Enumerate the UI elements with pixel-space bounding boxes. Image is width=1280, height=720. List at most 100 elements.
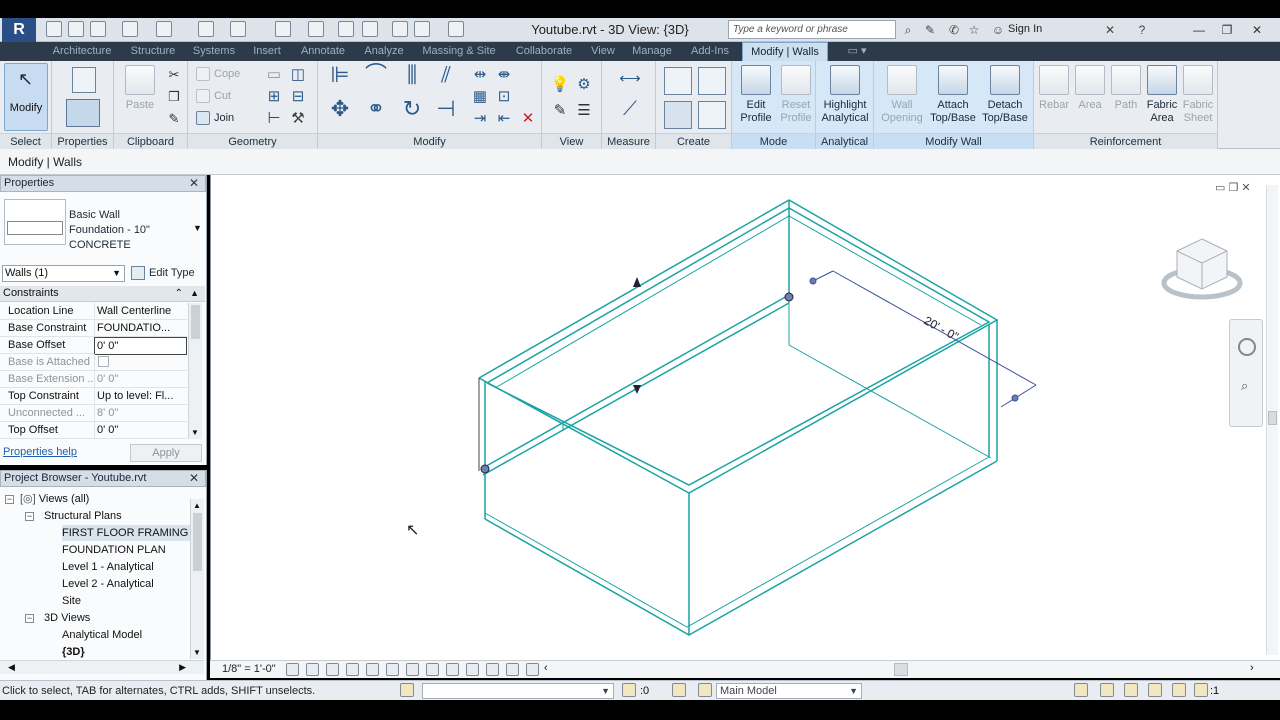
select-underlay-icon[interactable] xyxy=(1100,683,1114,697)
help-icon[interactable]: ? xyxy=(1134,22,1150,38)
viewcube[interactable] xyxy=(1161,235,1243,305)
property-value[interactable]: FOUNDATIO... xyxy=(94,320,187,336)
design-option-dropdown[interactable]: Main Model ▼ xyxy=(716,683,862,699)
type-properties-icon[interactable] xyxy=(66,99,100,127)
crop-view-icon[interactable] xyxy=(386,663,399,676)
close-hidden-windows-icon[interactable] xyxy=(392,21,408,37)
select-links-icon[interactable] xyxy=(1074,683,1088,697)
default-3d-view-icon[interactable] xyxy=(308,21,324,37)
view-scale[interactable]: 1/8" = 1'-0" xyxy=(222,663,276,675)
redo-icon[interactable] xyxy=(156,21,172,37)
select-by-face-icon[interactable] xyxy=(1148,683,1162,697)
close-icon[interactable]: ✕ xyxy=(1244,20,1270,40)
tab-systems[interactable]: Systems xyxy=(186,42,242,61)
property-value[interactable] xyxy=(94,354,187,372)
create-similar-icon[interactable] xyxy=(698,101,726,129)
temporary-hide-icon[interactable] xyxy=(446,663,459,676)
constraints-group-header[interactable]: Constraints ⌃ ▲ xyxy=(0,286,205,302)
rotate-icon[interactable]: ↻ xyxy=(398,98,426,129)
path-reinforcement-button[interactable]: Path xyxy=(1108,65,1144,112)
highlight-displacement-icon[interactable] xyxy=(506,663,519,676)
customize-qat-icon[interactable] xyxy=(448,21,464,37)
fabric-area-button[interactable]: Fabric Area xyxy=(1144,65,1180,125)
visual-style-icon[interactable] xyxy=(306,663,319,676)
cut-button[interactable]: Cut xyxy=(194,87,231,105)
select-pinned-icon[interactable] xyxy=(1124,683,1138,697)
tab-collaborate[interactable]: Collaborate xyxy=(506,42,582,61)
mirror-draw-icon[interactable]: ⫽ xyxy=(432,64,460,95)
tab-insert[interactable]: Insert xyxy=(244,42,290,61)
base-attached-checkbox[interactable] xyxy=(98,356,109,367)
view-visibility-icon[interactable]: ☰ xyxy=(574,101,594,121)
array-icon[interactable]: ▦ xyxy=(470,87,490,107)
properties-scrollbar[interactable]: ▼ xyxy=(188,303,202,439)
foundation-walls[interactable] xyxy=(478,199,999,636)
collapse-toggle[interactable]: − xyxy=(25,614,34,623)
tab-annotate[interactable]: Annotate xyxy=(292,42,354,61)
aligned-dimension-icon[interactable] xyxy=(230,21,246,37)
shadows-icon[interactable] xyxy=(346,663,359,676)
tree-structural-plans[interactable]: Structural Plans xyxy=(44,508,122,524)
paint-icon[interactable]: ⊟ xyxy=(288,87,308,107)
mirror-axis-icon[interactable]: ⫼ xyxy=(398,64,426,95)
scissors-icon[interactable]: ✂ xyxy=(164,65,184,85)
join-button[interactable]: Join xyxy=(194,109,234,127)
user-icon[interactable]: ☺ xyxy=(990,22,1006,38)
create-group-icon[interactable] xyxy=(664,101,692,129)
copy-icon[interactable]: ❐ xyxy=(164,87,184,107)
hide-in-view-icon[interactable]: 💡 xyxy=(550,75,570,95)
exchange-apps-icon[interactable]: ✕ xyxy=(1102,22,1118,38)
delete-icon[interactable]: ✕ xyxy=(518,109,538,129)
scroll-left-icon[interactable]: ◀ xyxy=(8,662,15,673)
wall-joins-icon[interactable]: ▭ xyxy=(264,65,284,85)
tab-structure[interactable]: Structure xyxy=(122,42,184,61)
search-input[interactable]: Type a keyword or phrase xyxy=(728,20,896,39)
filter-icon[interactable] xyxy=(1194,683,1208,697)
tab-analyze[interactable]: Analyze xyxy=(356,42,412,61)
lock-3d-view-icon[interactable] xyxy=(426,663,439,676)
favorites-icon[interactable]: ☆ xyxy=(966,22,982,38)
application-menu-button[interactable]: R xyxy=(2,18,36,42)
tab-add-ins[interactable]: Add-Ins xyxy=(682,42,738,61)
create-parts-icon[interactable] xyxy=(698,67,726,95)
linework-icon[interactable]: ✎ xyxy=(550,101,570,121)
highlight-analytical-button[interactable]: Highlight Analytical xyxy=(818,65,872,125)
view-vertical-scrollbar[interactable] xyxy=(1266,185,1278,655)
tree-level-2-analytical[interactable]: Level 2 - Analytical xyxy=(62,576,154,592)
tab-massing-site[interactable]: Massing & Site xyxy=(414,42,504,61)
reveal-constraints-icon[interactable] xyxy=(526,663,539,676)
base-offset-input[interactable]: 0' 0" xyxy=(94,337,187,355)
analytical-model-icon[interactable] xyxy=(486,663,499,676)
create-assembly-icon[interactable] xyxy=(664,67,692,95)
tab-modify-walls[interactable]: Modify | Walls xyxy=(742,42,828,61)
tree-analytical-model[interactable]: Analytical Model xyxy=(62,627,142,643)
flip-arrow-icon[interactable] xyxy=(633,277,641,287)
switch-windows-icon[interactable] xyxy=(414,21,430,37)
scroll-up-icon[interactable]: ▲ xyxy=(193,501,201,510)
zoom-icon[interactable]: ⌕ xyxy=(1241,378,1248,394)
show-crop-region-icon[interactable] xyxy=(406,663,419,676)
tree-views-all[interactable]: [◎] Views (all) xyxy=(20,491,89,507)
tree-level-1-analytical[interactable]: Level 1 - Analytical xyxy=(62,559,154,575)
align-icon[interactable]: ⊫ xyxy=(326,64,354,95)
communication-icon[interactable]: ✆ xyxy=(946,22,962,38)
scroll-thumb[interactable] xyxy=(193,513,202,571)
rebar-button[interactable]: Rebar xyxy=(1036,65,1072,112)
sync-icon[interactable] xyxy=(90,21,106,37)
tree-foundation-plan[interactable]: FOUNDATION PLAN xyxy=(62,542,166,558)
edit-profile-button[interactable]: Edit Profile xyxy=(736,65,776,125)
cope-button[interactable]: Cope xyxy=(194,65,240,83)
open-icon[interactable] xyxy=(46,21,62,37)
property-value[interactable]: 0' 0" xyxy=(94,371,187,387)
3d-view-canvas[interactable]: ▭ ❐ ✕ 20' - 0" ⌕ ↖ xyxy=(210,175,1280,660)
reveal-hidden-icon[interactable] xyxy=(466,663,479,676)
property-value[interactable]: Wall Centerline xyxy=(94,303,187,319)
reset-profile-button[interactable]: Reset Profile xyxy=(776,65,816,125)
demolish-icon[interactable]: ⊞ xyxy=(264,87,284,107)
minimize-icon[interactable]: — xyxy=(1186,20,1212,40)
scroll-up-icon[interactable]: ▲ xyxy=(190,286,199,301)
scale-icon[interactable]: ⊡ xyxy=(494,87,514,107)
browser-scrollbar[interactable]: ▲ ▼ xyxy=(190,499,204,659)
type-dropdown-icon[interactable]: ▼ xyxy=(193,223,202,233)
rendering-icon[interactable] xyxy=(366,663,379,676)
